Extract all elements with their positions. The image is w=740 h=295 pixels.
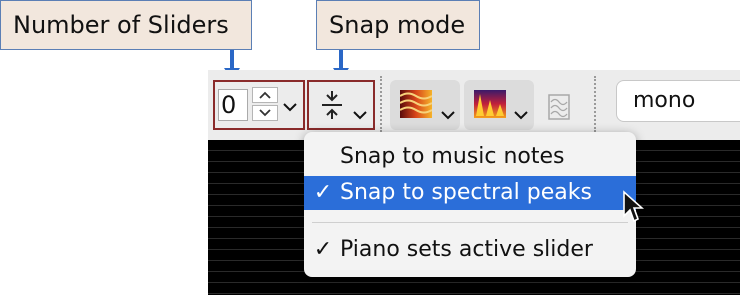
callout-number-of-sliders: Number of Sliders xyxy=(0,0,252,50)
menu-item-label: Piano sets active slider xyxy=(340,237,593,262)
toolbar-separator xyxy=(380,76,382,132)
chevron-down-icon[interactable] xyxy=(283,102,297,112)
wave-colormap-icon xyxy=(400,90,432,118)
menu-item-piano-sets-active-slider[interactable]: ✓ Piano sets active slider xyxy=(304,233,636,267)
stepper-up-button[interactable] xyxy=(252,87,278,103)
callout-snap-mode: Snap mode xyxy=(316,0,480,50)
checkmark-icon: ✓ xyxy=(313,237,333,262)
waveform-icon[interactable] xyxy=(548,94,570,120)
toolbar-separator xyxy=(594,76,596,132)
menu-separator xyxy=(312,222,628,223)
menu-item-snap-to-spectral-peaks[interactable]: ✓ Snap to spectral peaks xyxy=(304,176,636,210)
chevron-down-icon xyxy=(259,109,271,117)
callout-arrow-sliders xyxy=(230,50,234,70)
stepper-down-button[interactable] xyxy=(252,105,278,121)
snap-mode-menu: Snap to music notes ✓ Snap to spectral p… xyxy=(304,132,636,277)
menu-item-label: Snap to spectral peaks xyxy=(340,180,592,205)
callout-arrow-snap xyxy=(339,50,343,70)
channel-select[interactable]: mono xyxy=(616,80,740,122)
menu-item-label: Snap to music notes xyxy=(340,144,565,169)
chevron-down-icon xyxy=(514,111,528,120)
checkmark-icon: ✓ xyxy=(313,180,333,205)
snap-arrows-icon xyxy=(322,91,342,119)
chevron-up-icon xyxy=(259,91,271,99)
toolbar: 0 mono xyxy=(208,70,740,140)
slider-count-input[interactable]: 0 xyxy=(218,89,248,121)
mouse-cursor-icon xyxy=(623,190,644,223)
chevron-down-icon xyxy=(441,111,455,120)
menu-item-snap-to-music-notes[interactable]: Snap to music notes xyxy=(304,140,636,174)
chevron-down-icon xyxy=(353,111,367,120)
flame-colormap-icon xyxy=(474,90,506,118)
